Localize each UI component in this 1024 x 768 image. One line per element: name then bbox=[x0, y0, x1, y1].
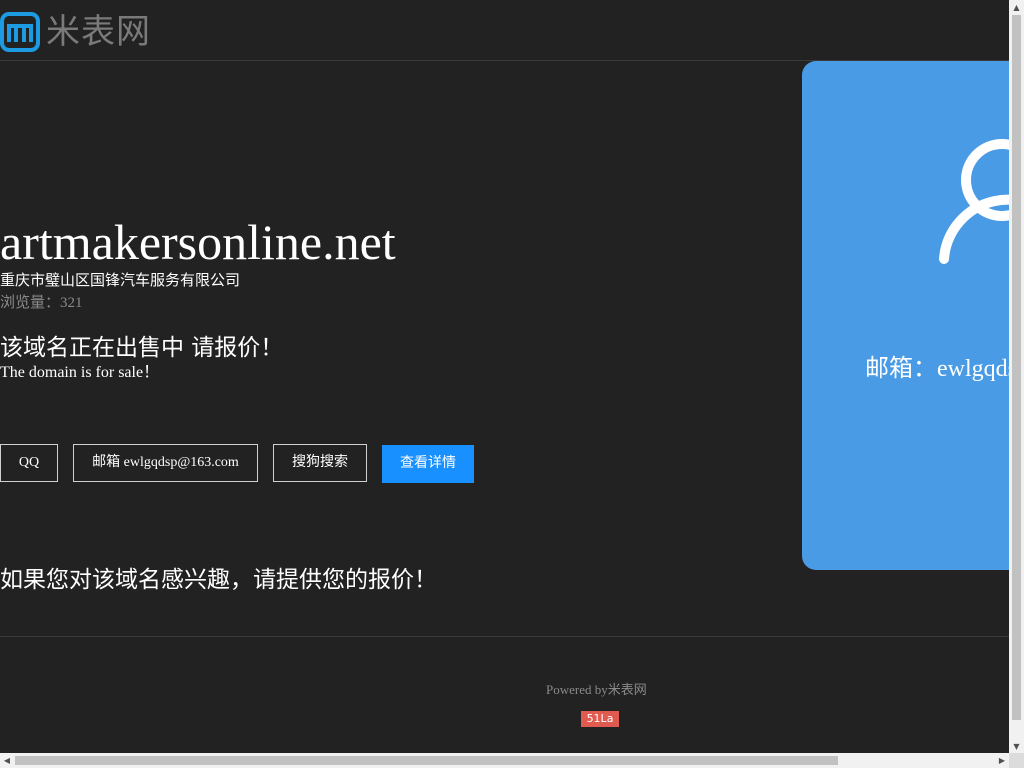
user-icon bbox=[939, 139, 1009, 264]
view-count-value: 321 bbox=[60, 295, 83, 311]
footer-divider bbox=[0, 636, 1009, 637]
horizontal-scroll-thumb[interactable] bbox=[15, 756, 838, 765]
domain-name: artmakersonline.net bbox=[0, 214, 396, 270]
contact-card: 邮箱：ewlgqdsp@163.com bbox=[802, 61, 1009, 570]
view-count: 浏览量：321 bbox=[0, 292, 83, 313]
sogou-search-button[interactable]: 搜狗搜索 bbox=[273, 444, 367, 482]
scroll-right-icon[interactable]: ▶ bbox=[995, 753, 1009, 768]
view-count-label: 浏览量： bbox=[0, 293, 61, 311]
powered-by-link[interactable]: 米表网 bbox=[608, 682, 647, 697]
scrollbar-corner bbox=[1009, 753, 1024, 768]
owner-company: 重庆市璧山区国锋汽车服务有限公司 bbox=[0, 271, 241, 289]
scroll-up-icon[interactable]: ▲ bbox=[1009, 0, 1024, 14]
logo-mark-icon bbox=[0, 12, 40, 52]
qq-button[interactable]: QQ bbox=[0, 444, 58, 482]
contact-email: 邮箱：ewlgqdsp@163.com bbox=[865, 356, 1009, 382]
stats-badge[interactable]: 51La bbox=[581, 711, 619, 727]
for-sale-subheading: The domain is for sale！ bbox=[0, 364, 160, 381]
site-logo[interactable]: 米表网 bbox=[0, 11, 151, 53]
offer-prompt: 如果您对该域名感兴趣，请提供您的报价！ bbox=[0, 567, 437, 593]
view-details-button[interactable]: 查看详情 bbox=[382, 445, 474, 483]
powered-by: Powered by米表网 bbox=[546, 682, 647, 698]
scroll-down-icon[interactable]: ▼ bbox=[1009, 739, 1024, 753]
vertical-scrollbar[interactable]: ▲ ▼ bbox=[1009, 0, 1024, 753]
email-button[interactable]: 邮箱 ewlgqdsp@163.com bbox=[73, 444, 258, 482]
site-header: 米表网 bbox=[0, 0, 1009, 61]
horizontal-scrollbar[interactable]: ◀ ▶ bbox=[0, 753, 1009, 768]
logo-text: 米表网 bbox=[46, 12, 151, 52]
vertical-scroll-thumb[interactable] bbox=[1012, 15, 1021, 720]
for-sale-heading: 该域名正在出售中 请报价！ bbox=[0, 335, 284, 361]
powered-by-label: Powered by bbox=[546, 682, 608, 697]
scroll-left-icon[interactable]: ◀ bbox=[0, 753, 14, 768]
